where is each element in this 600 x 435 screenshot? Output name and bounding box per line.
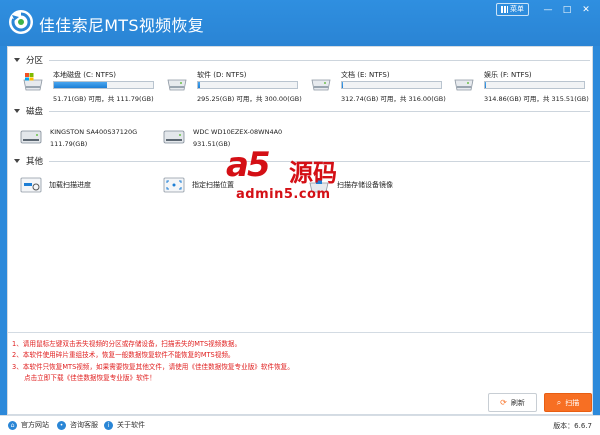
version-label: 版本：6.6.7 xyxy=(553,422,592,430)
hard-disk-icon xyxy=(163,130,185,144)
download-pro-link[interactable]: 点击立即下载《佳佳数据恢复专业版》软件！ xyxy=(12,373,294,384)
info-icon: i xyxy=(104,420,113,430)
note-line: 2、本软件使用碎片重组技术，恢复一般数据恢复软件不能恢复的MTS视频。 xyxy=(12,351,235,360)
app-logo-icon xyxy=(9,10,33,34)
disk-capacity: 111.79(GB) xyxy=(50,140,88,148)
tool-label: 加载扫描进度 xyxy=(49,181,91,189)
refresh-button-label: 刷新 xyxy=(510,398,525,407)
info-panel: 1、请用鼠标左键双击丢失视频的分区或存储设备，扫描丢失的MTS视频数据。 2、本… xyxy=(7,333,593,415)
usage-bar-fill xyxy=(54,82,108,88)
usage-bar xyxy=(484,81,585,89)
collapse-arrow-icon xyxy=(14,109,20,113)
partition-name: 文档 (E: NTFS) xyxy=(341,71,390,79)
notes-list: 1、请用鼠标左键双击丢失视频的分区或存储设备，扫描丢失的MTS视频数据。 2、本… xyxy=(12,339,294,385)
partition-capacity: 51.71(GB) 可用，共 111.79(GB) xyxy=(53,95,154,103)
usage-bar xyxy=(341,81,442,89)
note-line: 1、请用鼠标左键双击丢失视频的分区或存储设备，扫描丢失的MTS视频数据。 xyxy=(12,340,242,348)
refresh-icon: ⟳ xyxy=(500,398,507,407)
admin5-watermark: a5 源码 admin5.com xyxy=(226,145,376,209)
section-other-label: 其他 xyxy=(26,157,44,167)
close-button[interactable]: ✕ xyxy=(578,4,594,16)
window-controls: 菜单 — □ ✕ xyxy=(496,3,594,16)
partition-name: 本地磁盘 (C: NTFS) xyxy=(53,71,117,79)
watermark-brand: a5 xyxy=(226,145,271,185)
refresh-button[interactable]: ⟳ 刷新 xyxy=(488,393,537,412)
load-progress-icon xyxy=(20,177,42,193)
website-link[interactable]: ⌂ 官方网站 xyxy=(8,420,49,430)
disk-item[interactable]: KINGSTON SA400S37120G 111.79(GB) xyxy=(20,127,180,155)
usage-bar xyxy=(197,81,298,89)
windows-drive-icon xyxy=(23,73,43,91)
hard-disk-icon xyxy=(20,130,42,144)
about-label: 关于软件 xyxy=(117,421,145,429)
watermark-url: admin5.com xyxy=(236,187,331,202)
partition-item[interactable]: 文档 (E: NTFS) 312.74(GB) 可用，共 316.00(GB) xyxy=(310,69,450,109)
partition-item[interactable]: 娱乐 (F: NTFS) 314.86(GB) 可用，共 315.51(GB) xyxy=(453,69,593,109)
collapse-arrow-icon xyxy=(14,159,20,163)
disk-capacity: 931.51(GB) xyxy=(193,140,231,148)
section-disks[interactable]: 磁盘 xyxy=(8,104,592,118)
partition-name: 娱乐 (F: NTFS) xyxy=(484,71,532,79)
usage-bar-fill xyxy=(485,82,486,88)
menu-icon xyxy=(501,6,508,13)
partition-capacity: 314.86(GB) 可用，共 315.51(GB) xyxy=(484,95,589,103)
home-icon: ⌂ xyxy=(8,420,17,430)
section-partitions-label: 分区 xyxy=(26,56,44,66)
disk-name: KINGSTON SA400S37120G xyxy=(50,128,138,136)
status-bar: ⌂ 官方网站 • 咨询客服 i 关于软件 版本：6.6.7 xyxy=(0,415,600,435)
scan-icon: ⌕ xyxy=(556,397,562,407)
partition-capacity: 295.25(GB) 可用，共 300.00(GB) xyxy=(197,95,302,103)
note-line: 3、本软件只恢复MTS视频，如果需要恢复其他文件，请使用《佳佳数据恢复专业版》软… xyxy=(12,362,294,371)
website-label: 官方网站 xyxy=(21,421,49,429)
scan-button-label: 扫描 xyxy=(565,398,580,407)
chat-icon: • xyxy=(57,420,66,430)
partition-item[interactable]: 软件 (D: NTFS) 295.25(GB) 可用，共 300.00(GB) xyxy=(166,69,306,109)
maximize-button[interactable]: □ xyxy=(559,4,575,16)
partition-item[interactable]: 本地磁盘 (C: NTFS) 51.71(GB) 可用，共 111.79(GB) xyxy=(22,69,162,109)
watermark-brand-cn: 源码 xyxy=(289,159,337,187)
partition-name: 软件 (D: NTFS) xyxy=(197,71,247,79)
section-disks-label: 磁盘 xyxy=(26,107,44,117)
divider xyxy=(49,59,590,61)
title-bar: 佳佳索尼MTS视频恢复 菜单 — □ ✕ xyxy=(0,0,600,46)
app-title: 佳佳索尼MTS视频恢复 xyxy=(39,16,205,35)
scan-button[interactable]: ⌕ 扫描 xyxy=(544,393,592,412)
load-scan-progress-item[interactable]: 加载扫描进度 xyxy=(20,175,91,195)
disk-name: WDC WD10EZEX-08WN4A0 xyxy=(193,128,283,136)
menu-button-label: 菜单 xyxy=(510,5,524,13)
specify-scan-location-item[interactable]: 指定扫描位置 xyxy=(163,175,234,195)
usage-bar xyxy=(53,81,154,89)
app-window: 佳佳索尼MTS视频恢复 菜单 — □ ✕ 分区 本地磁盘 (C: NTFS) 5… xyxy=(0,0,600,435)
usage-bar-fill xyxy=(198,82,200,88)
partition-capacity: 312.74(GB) 可用，共 316.00(GB) xyxy=(341,95,446,103)
drive-icon xyxy=(167,79,187,91)
divider xyxy=(49,110,590,112)
support-label: 咨询客服 xyxy=(70,421,98,429)
collapse-arrow-icon xyxy=(14,58,20,62)
target-location-icon xyxy=(163,177,185,193)
menu-button[interactable]: 菜单 xyxy=(496,3,529,16)
minimize-button[interactable]: — xyxy=(540,4,556,16)
drive-icon xyxy=(454,79,474,91)
section-partitions[interactable]: 分区 xyxy=(8,53,592,67)
support-link[interactable]: • 咨询客服 xyxy=(57,420,98,430)
drive-icon xyxy=(311,79,331,91)
usage-bar-fill xyxy=(342,82,343,88)
about-link[interactable]: i 关于软件 xyxy=(104,420,145,430)
